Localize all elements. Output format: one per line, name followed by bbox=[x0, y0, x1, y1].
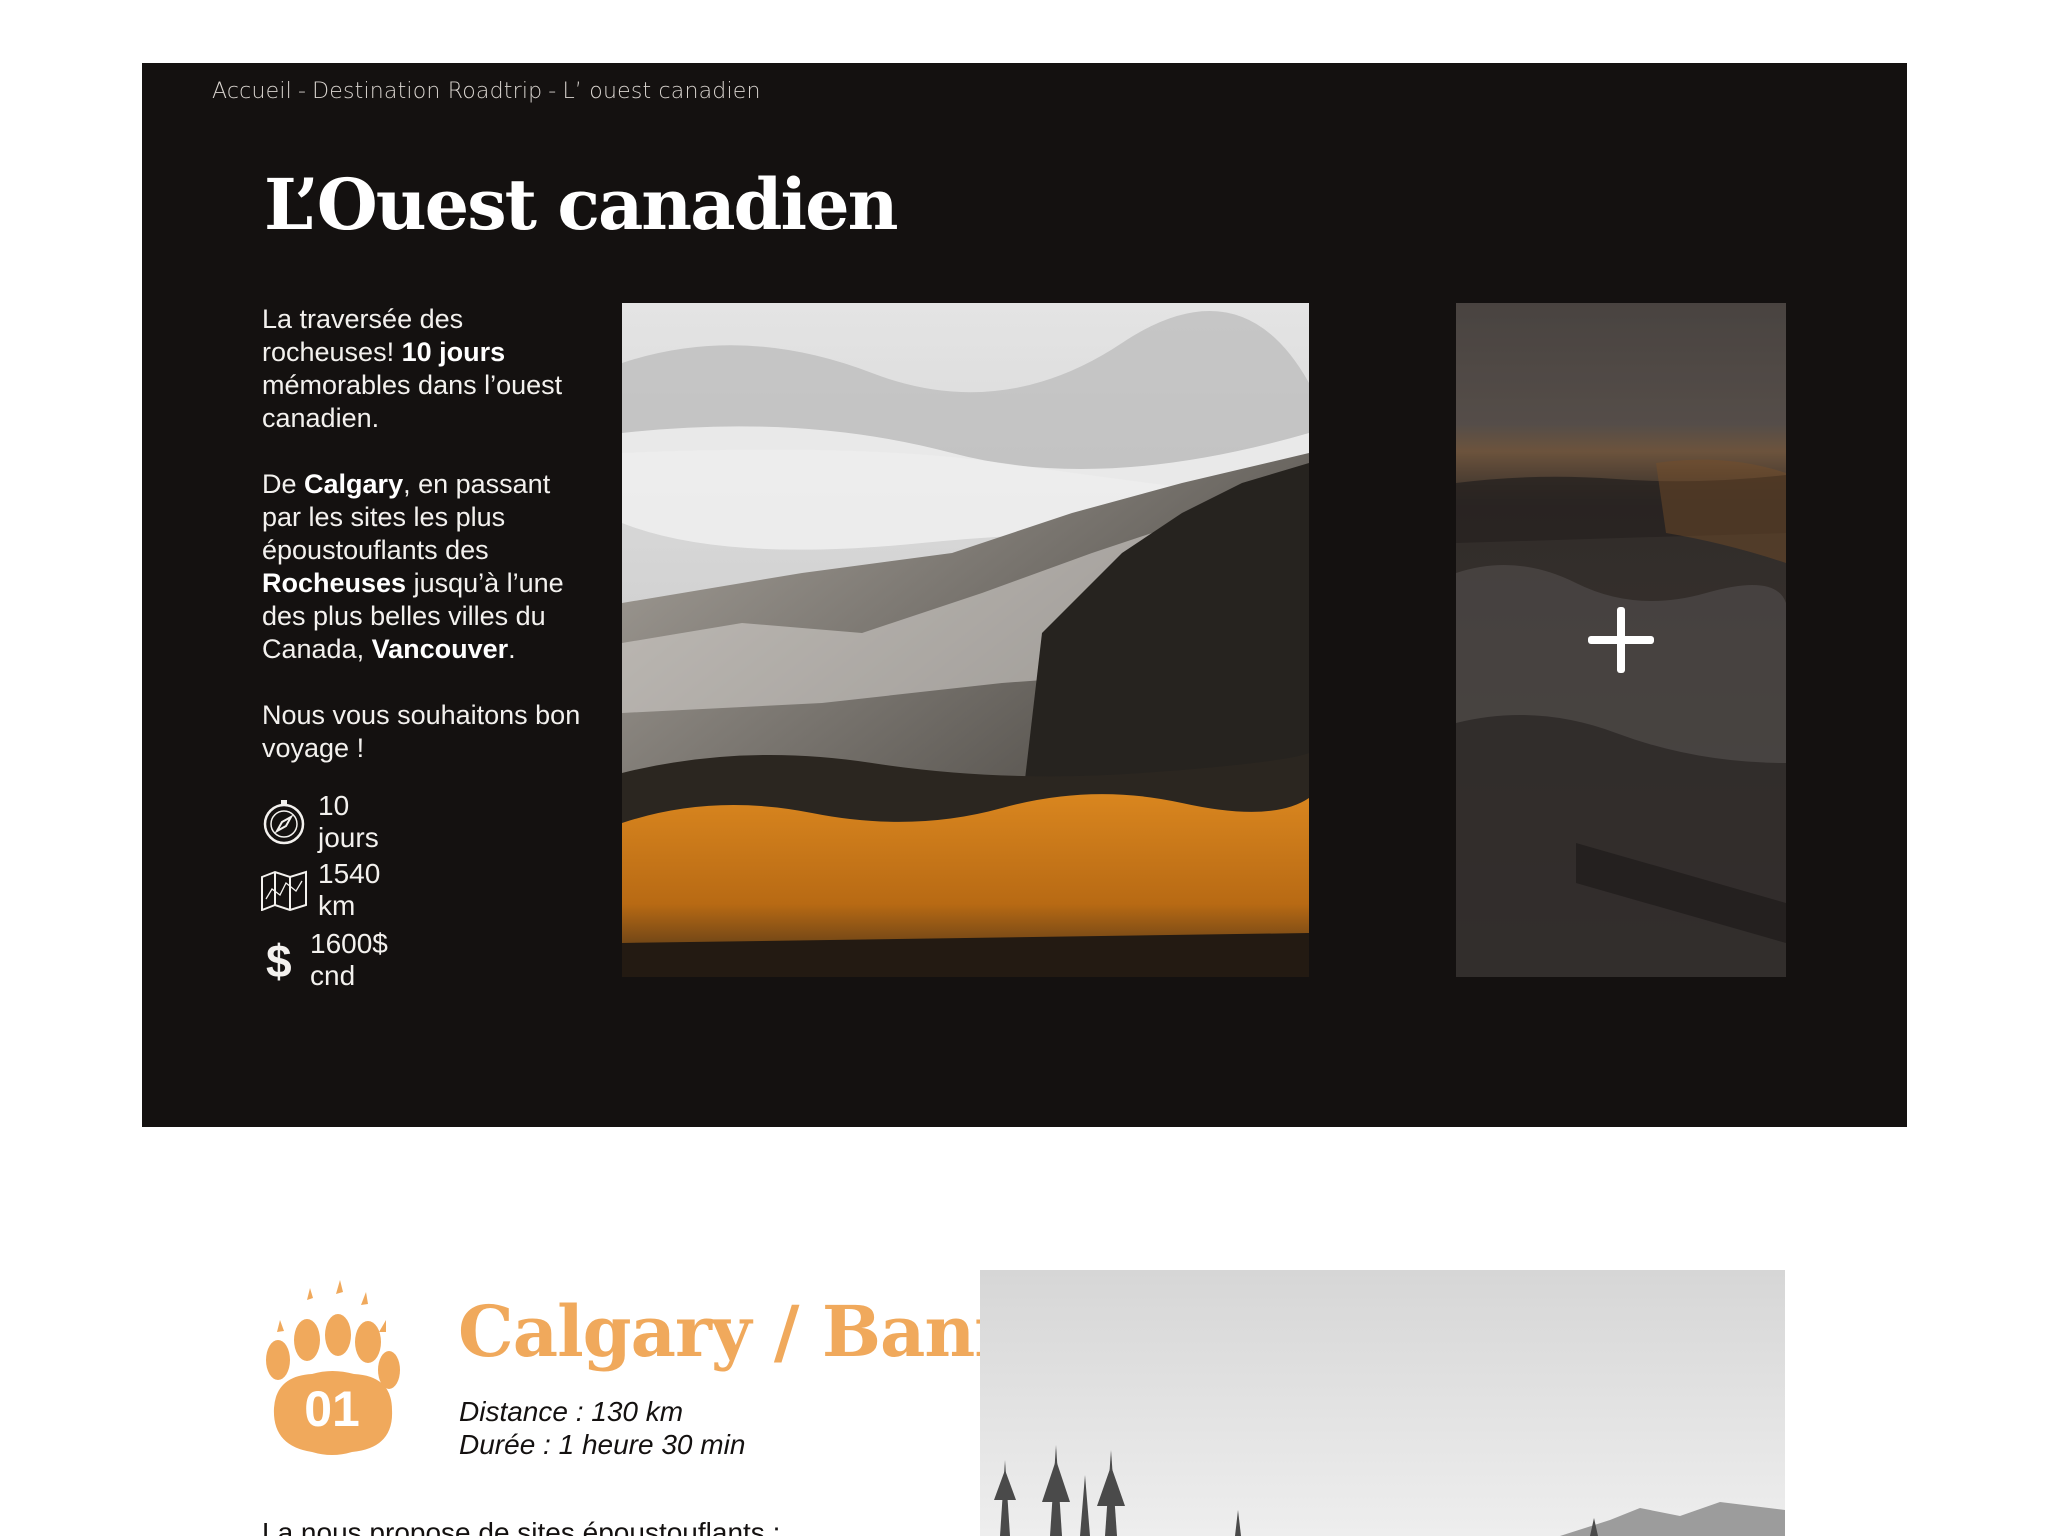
intro-paragraph-3: Nous vous souhaitons bon voyage ! bbox=[262, 700, 581, 763]
intro-text-span: mémorables dans l’ouest canadien. bbox=[262, 370, 563, 433]
intro-bold-vancouver: Vancouver bbox=[371, 634, 509, 664]
hero-section: Accueil - Destination Roadtrip - L’ ouest ca… bbox=[142, 63, 1907, 1127]
svg-text:$: $ bbox=[266, 936, 292, 984]
intro-bold-rocheuses: Rocheuses bbox=[262, 568, 407, 598]
breadcrumb-current: L’ ouest canadien bbox=[562, 79, 761, 104]
intro-text: La traversée des rocheuses! 10 jours mém… bbox=[262, 303, 592, 798]
bear-paw-icon: 01 bbox=[262, 1280, 402, 1460]
stat-duration-label: 10 jours bbox=[318, 790, 379, 853]
stat-distance-label: 1540 km bbox=[318, 858, 381, 921]
stat-budget: $ 1600$ cnd bbox=[260, 928, 400, 992]
stage-title: Calgary / Banff bbox=[458, 1290, 1033, 1373]
compass-icon bbox=[260, 799, 308, 845]
stage-photo[interactable] bbox=[980, 1270, 1785, 1536]
intro-text-span: . bbox=[508, 634, 516, 664]
hero-main-photo[interactable] bbox=[622, 303, 1309, 977]
stat-distance: 1540 km bbox=[260, 858, 384, 922]
intro-bold-duration: 10 jours bbox=[401, 337, 506, 367]
breadcrumb: Accueil - Destination Roadtrip - L’ ouest ca… bbox=[212, 79, 761, 104]
stage-meta: Distance : 130 km Durée : 1 heure 30 min bbox=[459, 1395, 745, 1461]
intro-bold-calgary: Calgary bbox=[304, 469, 404, 499]
page-title: L’Ouest canadien bbox=[264, 163, 899, 246]
stat-duration: 10 jours bbox=[260, 790, 383, 854]
stage-description: La nous propose de sites époustouflants … bbox=[262, 1517, 781, 1536]
dollar-icon: $ bbox=[260, 936, 300, 984]
breadcrumb-home-link[interactable]: Accueil bbox=[212, 79, 292, 104]
stage-number: 01 bbox=[304, 1381, 360, 1437]
intro-paragraph-1: La traversée des rocheuses! 10 jours mém… bbox=[262, 303, 592, 435]
intro-text-span: De bbox=[262, 469, 305, 499]
breadcrumb-roadtrip-link[interactable]: Destination Roadtrip bbox=[312, 79, 542, 104]
breadcrumb-separator: - bbox=[297, 79, 307, 104]
plus-icon[interactable] bbox=[1588, 607, 1654, 673]
intro-paragraph-2: De Calgary, en passant par les sites les… bbox=[262, 468, 592, 666]
map-icon bbox=[260, 867, 308, 913]
stat-budget-label: 1600$ cnd bbox=[310, 928, 388, 991]
stage-distance: Distance : 130 km bbox=[459, 1396, 684, 1427]
stage-duration: Durée : 1 heure 30 min bbox=[459, 1429, 746, 1460]
gallery-more-photos[interactable] bbox=[1456, 303, 1786, 977]
breadcrumb-separator: - bbox=[548, 79, 557, 104]
